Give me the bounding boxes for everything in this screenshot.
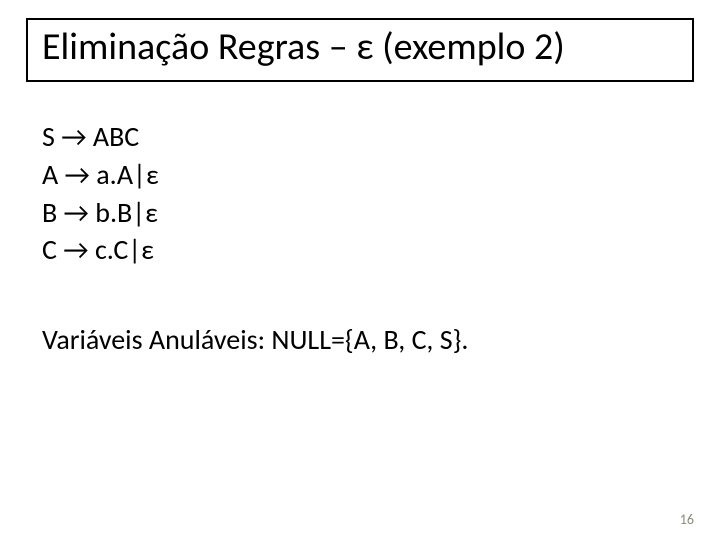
rule-line: B → b.B|ε (42, 194, 159, 232)
rule-line: C → c.C|ε (42, 231, 159, 269)
nullable-variables: Variáveis Anuláveis: NULL={A, B, C, S}. (42, 322, 468, 357)
slide: Eliminação Regras – ε (exemplo 2) S → AB… (0, 0, 720, 540)
slide-title: Eliminação Regras – ε (exemplo 2) (42, 26, 678, 70)
title-box: Eliminação Regras – ε (exemplo 2) (26, 18, 694, 82)
rule-line: S → ABC (42, 118, 159, 156)
page-number: 16 (680, 511, 694, 528)
grammar-rules: S → ABC A → a.A|ε B → b.B|ε C → c.C|ε (42, 118, 159, 269)
rule-line: A → a.A|ε (42, 156, 159, 194)
